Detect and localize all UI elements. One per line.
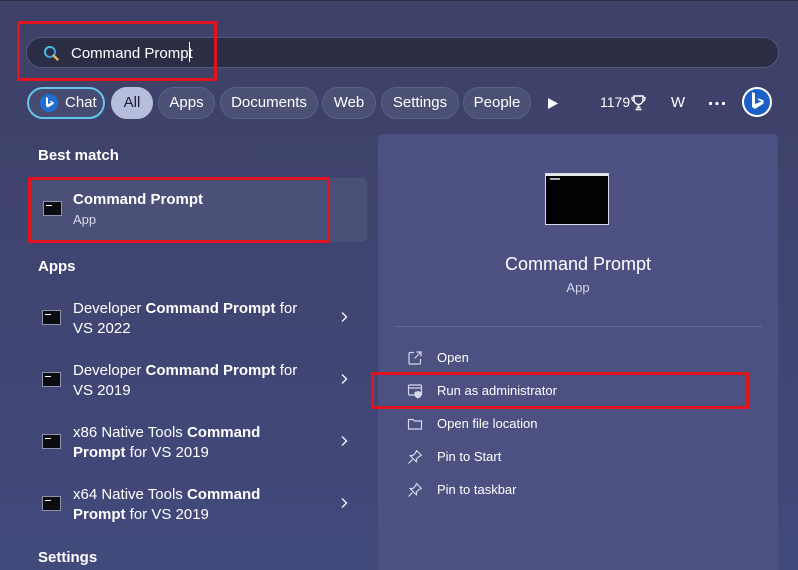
command-prompt-large-icon [545, 173, 609, 225]
apps-heading: Apps [38, 258, 76, 275]
detail-subtitle: App [566, 280, 590, 295]
app-result[interactable]: x86 Native Tools Command Prompt for VS 2… [30, 413, 367, 471]
app-result[interactable]: Developer Command Prompt for VS 2019 [30, 351, 367, 409]
detail-divider [395, 326, 762, 327]
app-result-line-2: VS 2022 [73, 320, 131, 337]
action-open-label: Open [437, 350, 469, 365]
top-frame-edge [0, 0, 798, 1]
chevron-right-icon[interactable] [340, 311, 348, 323]
action-pin-to-start[interactable]: Pin to Start [400, 444, 740, 470]
chat-label: Chat [65, 94, 97, 111]
best-match-result[interactable] [30, 178, 367, 242]
app-result-line-1: x64 Native Tools Command [73, 486, 261, 503]
rewards-points: 1179 [600, 94, 631, 110]
action-open[interactable]: Open [400, 345, 740, 371]
search-input[interactable] [71, 44, 671, 62]
pin-icon [408, 482, 423, 497]
open-external-icon [408, 351, 422, 365]
detail-title: Command Prompt [504, 254, 652, 274]
action-pin-to-taskbar-label: Pin to taskbar [437, 482, 517, 497]
bing-chat-icon [40, 94, 58, 112]
best-match-subtitle: App [73, 212, 97, 227]
action-open-file-location[interactable]: Open file location [400, 411, 740, 437]
chevron-right-icon[interactable] [340, 497, 348, 509]
settings-heading: Settings [38, 549, 98, 566]
best-match-heading: Best match [38, 147, 119, 164]
app-result-line-1: Developer Command Prompt for [73, 362, 298, 379]
action-pin-to-taskbar[interactable]: Pin to taskbar [400, 477, 740, 503]
command-prompt-icon [43, 201, 62, 216]
filter-people[interactable]: People [463, 87, 531, 119]
filter-web[interactable]: Web [322, 87, 376, 119]
play-icon[interactable] [547, 97, 559, 110]
action-pin-to-start-label: Pin to Start [437, 449, 502, 464]
filter-all[interactable]: All [111, 87, 153, 119]
app-result[interactable]: Developer Command Prompt for VS 2022 [30, 289, 367, 347]
command-prompt-icon [42, 434, 61, 449]
command-prompt-icon [42, 496, 61, 511]
account-avatar[interactable]: W [666, 91, 690, 115]
filter-apps[interactable]: Apps [158, 87, 215, 119]
best-match-title: Command Prompt [73, 191, 204, 208]
app-result[interactable]: x64 Native Tools Command Prompt for VS 2… [30, 475, 367, 533]
filter-documents[interactable]: Documents [220, 87, 318, 119]
trophy-icon[interactable] [631, 95, 646, 111]
chevron-right-icon[interactable] [340, 435, 348, 447]
app-result-line-2: Prompt for VS 2019 [73, 444, 209, 461]
search-icon [44, 46, 59, 61]
text-caret [189, 42, 190, 62]
command-prompt-icon [42, 310, 61, 325]
action-run-as-administrator[interactable]: Run as administrator [400, 378, 740, 404]
bing-icon[interactable] [741, 86, 773, 118]
filter-settings[interactable]: Settings [381, 87, 459, 119]
admin-shield-icon [407, 384, 423, 399]
action-open-file-location-label: Open file location [437, 416, 538, 431]
search-box[interactable] [26, 37, 779, 68]
chat-button[interactable]: Chat [27, 87, 105, 119]
folder-icon [407, 418, 423, 430]
app-result-line-1: Developer Command Prompt for [73, 300, 298, 317]
command-prompt-icon [42, 372, 61, 387]
more-options-icon[interactable] [708, 101, 726, 106]
app-result-line-2: VS 2019 [73, 382, 131, 399]
chevron-right-icon[interactable] [340, 373, 348, 385]
action-run-as-administrator-label: Run as administrator [437, 383, 557, 398]
app-result-line-1: x86 Native Tools Command [73, 424, 261, 441]
app-result-line-2: Prompt for VS 2019 [73, 506, 209, 523]
pin-icon [408, 449, 423, 464]
